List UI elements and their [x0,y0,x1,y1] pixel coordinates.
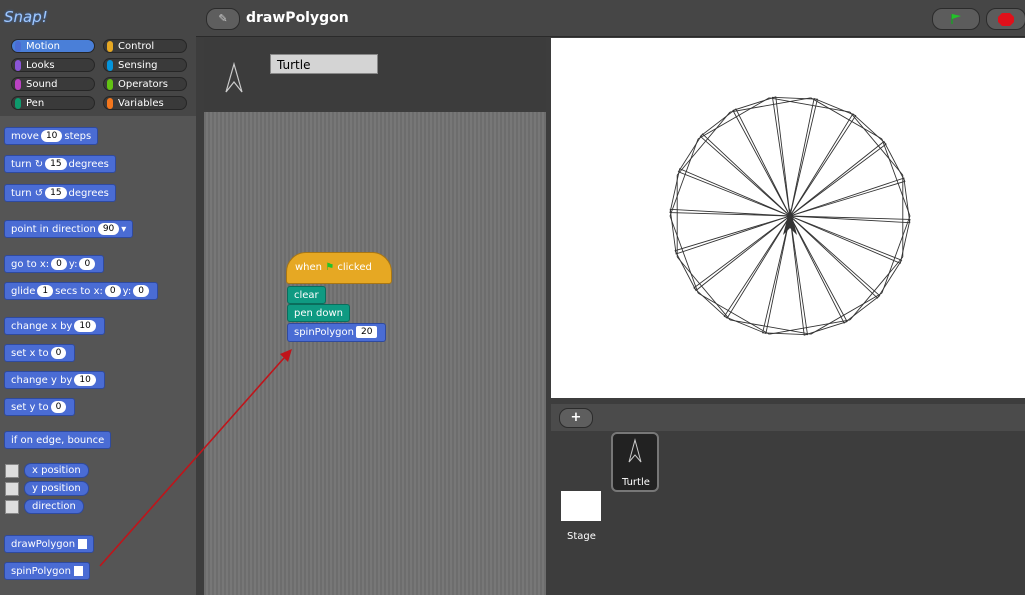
stage-drawing [669,96,911,336]
category-label: Sensing [118,60,158,71]
spin-polygon-stroke [674,215,791,292]
y-position-checkbox[interactable] [5,482,19,496]
category-control[interactable]: Control [103,39,187,53]
category-color-dot [15,79,21,90]
stage-thumbnail[interactable] [561,491,601,521]
category-label: Variables [118,98,164,109]
outer-ring-edge [769,319,851,335]
category-color-dot [15,98,21,109]
green-flag-button[interactable] [932,8,980,30]
when-flag-clicked-hat[interactable]: when ⚑ clicked [286,252,392,284]
stage-thumbnail-label: Stage [567,531,596,542]
outer-ring-edge [769,97,851,113]
outer-ring-edge [881,138,911,217]
change-x-block[interactable]: change x by 10 [4,317,105,335]
glide-block[interactable]: glide 1 secs to x: 0 y: 0 [4,282,158,300]
spin-polygon-stroke [789,140,906,217]
bounce-block[interactable]: if on edge, bounce [4,431,112,449]
sprite-thumbnail-turtle[interactable]: Turtle [611,432,659,492]
spin-polygon-block[interactable]: spinPolygon [4,562,90,580]
stage[interactable] [551,38,1025,398]
set-x-block[interactable]: set x to 0 [4,344,76,362]
category-label: Motion [26,41,60,52]
sprite-name-field[interactable]: Turtle [270,54,378,74]
x-position-reporter[interactable]: x position [24,463,89,478]
draw-polygon-block[interactable]: drawPolygon [4,535,95,553]
plus-icon: + [570,410,582,425]
green-flag-icon: ⚑ [325,262,335,273]
spin-polygon-script-block[interactable]: spinPolygon 20 [287,323,387,342]
sprite-thumbnail-label: Turtle [622,477,650,488]
outer-ring-edge [810,292,883,335]
change-y-block[interactable]: change y by 10 [4,371,105,389]
pencil-icon: ✎ [218,12,228,25]
category-sound[interactable]: Sound [11,77,95,91]
category-color-dot [107,79,113,90]
category-color-dot [107,41,113,52]
category-color-dot [107,98,113,109]
outer-ring-edge [697,292,770,335]
outer-ring-edge [810,97,883,140]
stop-button[interactable] [986,8,1025,30]
snap-logo[interactable]: Snap! [4,8,48,26]
category-label: Operators [118,79,168,90]
outer-ring-edge [676,111,731,176]
category-motion[interactable]: Motion [11,39,95,53]
spin-polygon-stroke [723,215,791,335]
turn-counterclockwise-block[interactable]: turn ↺ 15 degrees [4,184,116,202]
category-color-dot [15,41,21,52]
direction-reporter[interactable]: direction [24,499,84,514]
category-pen[interactable]: Pen [11,96,95,110]
set-y-block[interactable]: set y to 0 [4,398,76,416]
scripts-area[interactable] [204,112,546,595]
outer-ring-edge [729,97,811,113]
top-bar [0,0,1025,37]
turtle-icon [628,438,642,463]
stop-sign-icon [998,13,1014,26]
category-label: Pen [26,98,45,109]
project-title: drawPolygon [246,10,349,26]
category-color-dot [15,60,21,71]
direction-checkbox[interactable] [5,500,19,514]
category-label: Control [118,41,155,52]
x-position-checkbox[interactable] [5,464,19,478]
corral-toolbar [551,404,1025,431]
category-operators[interactable]: Operators [103,77,187,91]
category-sensing[interactable]: Sensing [103,58,187,72]
move-block[interactable]: move 10 steps [4,127,99,145]
point-in-direction-block[interactable]: point in direction 90 ▾ [4,220,134,238]
turtle-icon [225,61,243,93]
spin-polygon-stroke [789,97,857,217]
outer-ring-edge [729,319,811,335]
turn-clockwise-block[interactable]: turn ↻ 15 degrees [4,155,116,173]
add-sprite-button[interactable]: + [559,408,593,428]
sprite-bar [204,38,546,110]
clear-block[interactable]: clear [287,286,326,304]
category-variables[interactable]: Variables [103,96,187,110]
pen-down-block[interactable]: pen down [287,304,350,322]
edit-title-button[interactable]: ✎ [206,8,240,30]
green-flag-icon [951,14,961,24]
category-looks[interactable]: Looks [11,58,95,72]
spin-polygon-stroke [693,215,791,319]
outer-ring-edge [669,215,699,294]
go-to-xy-block[interactable]: go to x: 0 y: 0 [4,255,105,273]
outer-ring-edge [849,256,904,321]
category-label: Looks [26,60,55,71]
y-position-reporter[interactable]: y position [24,481,89,496]
category-label: Sound [26,79,58,90]
spin-polygon-stroke [789,113,887,217]
dropdown-arrow-icon[interactable]: ▾ [121,224,126,235]
outer-ring-edge [697,97,770,140]
category-color-dot [107,60,113,71]
